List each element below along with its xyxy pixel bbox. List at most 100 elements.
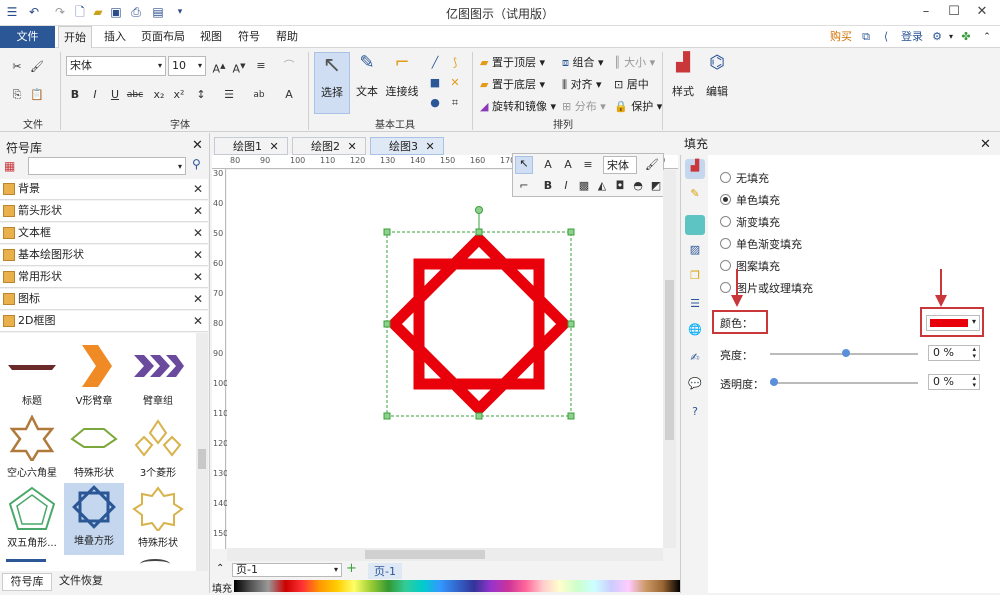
tab-drawing2[interactable]: 绘图2 ✕ xyxy=(292,137,366,155)
add-page-icon[interactable]: + xyxy=(346,561,357,576)
image-panel-icon[interactable]: ▨ xyxy=(685,243,705,263)
italic-icon[interactable]: I xyxy=(557,177,575,195)
select-tool[interactable]: ↖ 选择 xyxy=(314,52,350,114)
line-spacing-icon[interactable]: ↕ xyxy=(192,86,210,104)
radio-solid-fill[interactable] xyxy=(720,194,731,205)
option-solid-fill[interactable]: 单色填充 xyxy=(736,192,780,208)
shape-item[interactable]: 双五角形... xyxy=(2,485,62,555)
share-icon[interactable]: ⟨ xyxy=(878,26,894,48)
send-to-back-button[interactable]: ▰ 置于底层 ▾ xyxy=(480,76,545,92)
file-menu[interactable]: 文件 xyxy=(0,26,55,48)
theme-icon[interactable]: ✤ xyxy=(958,26,974,48)
library-category[interactable]: 箭头形状 ✕ xyxy=(0,201,208,222)
library-category[interactable]: 基本绘图形状 ✕ xyxy=(0,245,208,266)
paste-icon[interactable]: 📋 xyxy=(28,86,46,104)
bullets-icon[interactable]: ☰ xyxy=(220,86,238,104)
canvas-vertical-scrollbar[interactable] xyxy=(663,170,676,548)
tab-file-recovery[interactable]: 文件恢复 xyxy=(56,573,106,591)
shape-item[interactable]: 特殊形状 xyxy=(64,415,124,485)
shape-item[interactable]: V形臂章 xyxy=(64,343,124,413)
tab-symbol[interactable]: 符号 xyxy=(232,26,266,48)
shape-item[interactable]: 标题 xyxy=(2,343,62,413)
font-color-icon[interactable]: A xyxy=(280,86,298,104)
highlight-icon[interactable]: ab xyxy=(250,86,268,104)
line-icon[interactable]: ╱ xyxy=(426,54,444,72)
strikethrough-icon[interactable]: abc xyxy=(126,86,144,104)
rectangle-icon[interactable]: ■ xyxy=(426,74,444,92)
bring-to-front-button[interactable]: ▰ 置于顶层 ▾ xyxy=(480,54,545,70)
transparency-input[interactable]: 0 % ▴ ▾ xyxy=(928,374,980,390)
comment-panel-icon[interactable]: 💬 xyxy=(685,377,705,397)
page-panel-icon[interactable]: ☰ xyxy=(685,297,705,317)
text-align-icon[interactable]: ≡ xyxy=(252,57,270,75)
scroll-thumb[interactable] xyxy=(198,449,206,469)
superscript-icon[interactable]: x² xyxy=(170,86,188,104)
edit-button[interactable]: ⌬ 编辑 xyxy=(702,52,732,114)
center-button[interactable]: ⊡ 居中 xyxy=(614,76,649,92)
scroll-thumb[interactable] xyxy=(665,280,674,440)
library-category[interactable]: 背景 ✕ xyxy=(0,179,208,200)
connector-tool[interactable]: ⌐ 连接线 xyxy=(384,52,420,114)
help-panel-icon[interactable]: ? xyxy=(685,405,705,425)
note-panel-icon[interactable]: ✍ xyxy=(685,351,705,371)
shape-item[interactable]: 空心六角星 xyxy=(2,414,62,485)
format-painter-icon[interactable]: 🖌 xyxy=(28,58,46,76)
library-category[interactable]: 2D框图 ✕ xyxy=(0,311,208,332)
collapse-ribbon-icon[interactable]: ⌃ xyxy=(980,26,994,48)
radio-gradient-fill[interactable] xyxy=(720,216,731,227)
close-fill-panel-icon[interactable]: ✕ xyxy=(980,137,991,152)
library-category[interactable]: 常用形状 ✕ xyxy=(0,267,208,288)
buy-link[interactable]: 购买 xyxy=(826,26,856,48)
tab-home[interactable]: 开始 xyxy=(58,26,92,48)
tab-drawing1[interactable]: 绘图1 ✕ xyxy=(214,137,288,155)
library-search-input[interactable]: ▾ xyxy=(28,157,186,175)
page-tab[interactable]: 页-1 xyxy=(368,563,402,579)
protect-button[interactable]: 🔒 保护 ▾ xyxy=(614,98,662,114)
style-button[interactable]: ▟ 样式 xyxy=(668,52,698,114)
minimize-button[interactable]: – xyxy=(912,2,940,22)
shape-item-selected[interactable]: 堆叠方形 xyxy=(64,483,124,555)
library-category[interactable]: 文本框 ✕ xyxy=(0,223,208,244)
scroll-thumb[interactable] xyxy=(365,550,485,559)
copy-icon[interactable]: ⎘ xyxy=(8,86,26,104)
grow-font-icon[interactable]: A▲ xyxy=(210,57,228,76)
screenshot-icon[interactable]: ⧉ xyxy=(858,26,874,48)
drawing-canvas[interactable] xyxy=(227,170,663,548)
hyperlink-panel-icon[interactable]: 🌐 xyxy=(685,323,705,343)
crop-icon[interactable]: ⌗ xyxy=(446,94,464,112)
page-nav-up-icon[interactable]: ⌃ xyxy=(216,563,224,574)
shadow-panel-icon[interactable] xyxy=(685,215,705,235)
color-picker[interactable]: ▾ xyxy=(926,315,980,331)
ellipse-icon[interactable]: ● xyxy=(426,94,444,112)
settings-dropdown-icon[interactable]: ▾ xyxy=(946,26,956,48)
tab-symbol-library[interactable]: 符号库 xyxy=(2,573,52,591)
pointer-icon[interactable]: ↖ xyxy=(515,156,533,174)
shape-item[interactable]: 特殊形状 xyxy=(128,485,188,555)
tab-help[interactable]: 帮助 xyxy=(270,26,304,48)
align-button[interactable]: ⫼ 对齐 ▾ xyxy=(562,76,602,92)
grow-font-icon[interactable]: A xyxy=(539,156,557,174)
library-scrollbar[interactable] xyxy=(196,333,208,571)
cut-icon[interactable]: ✂ xyxy=(8,58,26,76)
transparency-slider-thumb[interactable] xyxy=(770,378,778,386)
radio-mono-gradient-fill[interactable] xyxy=(720,238,731,249)
canvas-horizontal-scrollbar[interactable] xyxy=(227,548,663,561)
login-link[interactable]: 登录 xyxy=(898,26,926,48)
arc-icon[interactable]: ⟆ xyxy=(446,54,464,72)
tab-drawing3[interactable]: 绘图3 ✕ xyxy=(370,137,444,155)
distribute-button[interactable]: ⊞ 分布 ▾ xyxy=(562,98,606,114)
fill-panel-icon[interactable]: ▟ xyxy=(685,159,705,179)
library-menu-icon[interactable]: ▦ xyxy=(4,159,15,173)
shadow-icon[interactable]: ◘ xyxy=(611,177,629,195)
size-button[interactable]: ║ 大小 ▾ xyxy=(614,54,655,70)
bold-icon[interactable]: B xyxy=(66,86,84,104)
italic-icon[interactable]: I xyxy=(86,86,104,104)
box-icon[interactable]: ▩ xyxy=(575,177,593,195)
shrink-font-icon[interactable]: A▼ xyxy=(230,57,248,76)
transparency-slider[interactable] xyxy=(770,378,918,386)
brightness-slider-thumb[interactable] xyxy=(842,349,850,357)
option-picture-fill[interactable]: 图片或纹理填充 xyxy=(736,280,813,296)
text-curve-icon[interactable]: ⌒ xyxy=(280,57,298,75)
underline-icon[interactable]: U xyxy=(106,86,124,104)
layers-panel-icon[interactable]: ❐ xyxy=(685,269,705,289)
